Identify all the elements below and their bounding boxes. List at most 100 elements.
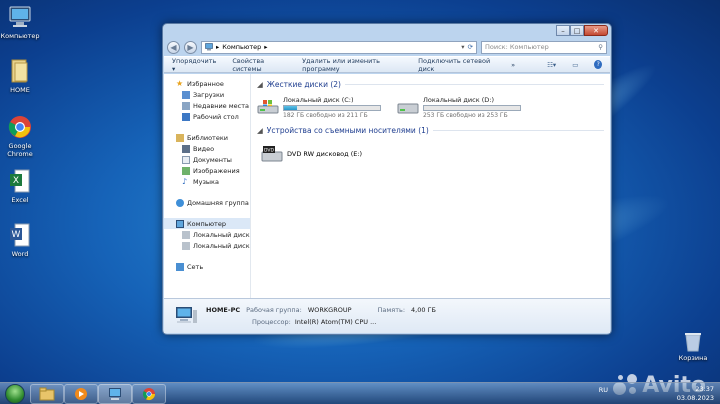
desktop-icon-home[interactable]: HOME [0,58,40,94]
group-removable[interactable]: ◢ Устройства со съемными носителями (1) [257,124,604,136]
address-bar[interactable]: ▸ Компьютер ▸ ▾ ⟳ [201,40,477,54]
nav-documents[interactable]: Документы [164,154,250,165]
system-properties-button[interactable]: Свойства системы [232,57,286,73]
taskbar-media-player-button[interactable] [64,384,98,404]
map-network-drive-button[interactable]: Подключить сетевой диск [418,57,495,73]
computer-icon [7,4,33,30]
drive-icon [397,103,419,114]
nav-label: Видео [193,144,215,153]
desktop-icon-chrome[interactable]: Google Chrome [0,114,40,158]
details-pane: HOME-PC Рабочая группа: WORKGROUP Память… [164,298,610,333]
system-clock[interactable]: 23:37 03.08.2023 [677,385,714,403]
taskbar-computer-button[interactable] [98,384,132,404]
explorer-window: – □ ✕ ◀ ▶ ▸ Компьютер ▸ ▾ ⟳ Поиск: Компь… [162,23,612,335]
music-icon: ♪ [182,176,188,186]
nav-label: Документы [193,155,232,164]
drive-d[interactable]: Локальный диск (D:) 253 ГБ свободно из 2… [397,96,527,119]
nav-label: Музыка [193,177,219,186]
back-button[interactable]: ◀ [167,40,180,54]
address-location[interactable]: Компьютер [222,43,261,51]
desktop-icon-label: Word [11,250,29,258]
content-area: ★ Избранное Загрузки Недавние места Рабо… [164,74,610,298]
nav-homegroup[interactable]: Домашняя группа [164,197,250,208]
nav-label: Сеть [187,262,204,271]
nav-computer[interactable]: Компьютер [164,218,250,229]
nav-recent-places[interactable]: Недавние места [164,100,250,111]
recycle-bin-icon [685,333,701,352]
computer-icon [176,307,197,323]
maximize-button[interactable]: □ [570,25,584,36]
nav-disk-d[interactable]: Локальный диск (D [164,240,250,251]
view-options-icon[interactable]: ☷▾ [547,61,556,69]
svg-text:X: X [13,176,19,186]
uninstall-program-button[interactable]: Удалить или изменить программу [302,57,402,73]
nav-network[interactable]: Сеть [164,261,250,272]
chrome-icon [142,388,155,401]
drive-free-space: 182 ГБ свободно из 211 ГБ [283,111,368,119]
language-indicator[interactable]: RU [599,386,608,394]
nav-label: Недавние места [193,101,249,110]
memory-label: Память: [377,306,406,314]
preview-pane-icon[interactable]: ▭ [572,61,578,69]
drive-name: Локальный диск (D:) [423,95,494,104]
search-input[interactable]: Поиск: Компьютер ⚲ [481,40,607,54]
excel-icon: X [7,168,33,194]
dvd-drive[interactable]: DVD DVD RW дисковод (E:) [261,144,604,164]
group-title: Жесткие диски (2) [266,79,341,89]
minimize-button[interactable]: – [556,25,570,36]
desktop-icon [182,112,190,121]
nav-images[interactable]: Изображения [164,165,250,176]
start-button[interactable] [5,384,25,404]
more-commands-button[interactable]: » [511,61,515,69]
cpu-value: Intel(R) Atom(TM) CPU ... [294,318,377,326]
computer-small-icon [205,43,213,51]
search-placeholder: Поиск: Компьютер [485,43,549,51]
help-icon[interactable]: ? [594,60,603,69]
drive-free-space: 253 ГБ свободно из 253 ГБ [423,111,508,119]
collapse-icon[interactable]: ◢ [257,126,263,135]
nav-label: Библиотеки [187,133,228,142]
close-button[interactable]: ✕ [584,25,608,36]
explorer-icon [39,387,55,401]
address-dropdown-icon[interactable]: ▾ [461,43,464,51]
group-hard-drives[interactable]: ◢ Жесткие диски (2) [257,78,604,90]
search-icon: ⚲ [598,43,603,51]
desktop-icon-label: HOME [10,86,30,94]
network-icon [176,262,184,271]
nav-desktop[interactable]: Рабочий стол [164,111,250,122]
nav-label: Рабочий стол [193,112,239,121]
desktop-icon-label: Компьютер [0,32,40,40]
desktop-icon-word[interactable]: W Word [0,222,40,258]
desktop-icon-computer[interactable]: Компьютер [0,4,40,40]
nav-label: Компьютер [187,219,226,228]
title-bar[interactable]: – □ ✕ [163,24,611,38]
taskbar-explorer-button[interactable] [30,384,64,404]
downloads-icon [182,90,190,99]
drive-icon [182,230,190,239]
cpu-label: Процессор: [252,318,291,326]
dvd-drive-label: DVD RW дисковод (E:) [287,150,363,158]
organize-button[interactable]: Упорядочить ▾ [172,57,216,73]
address-root-arrow[interactable]: ▸ [216,43,219,51]
nav-favorites[interactable]: ★ Избранное [164,78,250,89]
refresh-icon[interactable]: ⟳ [468,43,473,51]
svg-text:DVD: DVD [264,148,274,154]
main-pane: ◢ Жесткие диски (2) Локальный диск (C:) … [251,74,610,298]
nav-libraries[interactable]: Библиотеки [164,132,250,143]
nav-downloads[interactable]: Загрузки [164,89,250,100]
drive-c[interactable]: Локальный диск (C:) 182 ГБ свободно из 2… [257,96,387,119]
desktop-icon-recycle-bin[interactable]: Корзина [675,330,711,362]
collapse-icon[interactable]: ◢ [257,80,263,89]
nav-disk-c[interactable]: Локальный диск (C [164,229,250,240]
nav-music[interactable]: ♪ Музыка [164,176,250,187]
drive-icon [182,241,190,250]
nav-video[interactable]: Видео [164,143,250,154]
nav-label: Домашняя группа [187,198,249,207]
forward-button[interactable]: ▶ [184,40,197,54]
address-sep-arrow[interactable]: ▸ [264,43,267,51]
nav-label: Избранное [187,79,224,88]
word-icon: W [7,222,33,248]
desktop-icon-excel[interactable]: X Excel [0,168,40,204]
memory-value: 4,00 ГБ [411,306,436,314]
taskbar-chrome-button[interactable] [132,384,166,404]
